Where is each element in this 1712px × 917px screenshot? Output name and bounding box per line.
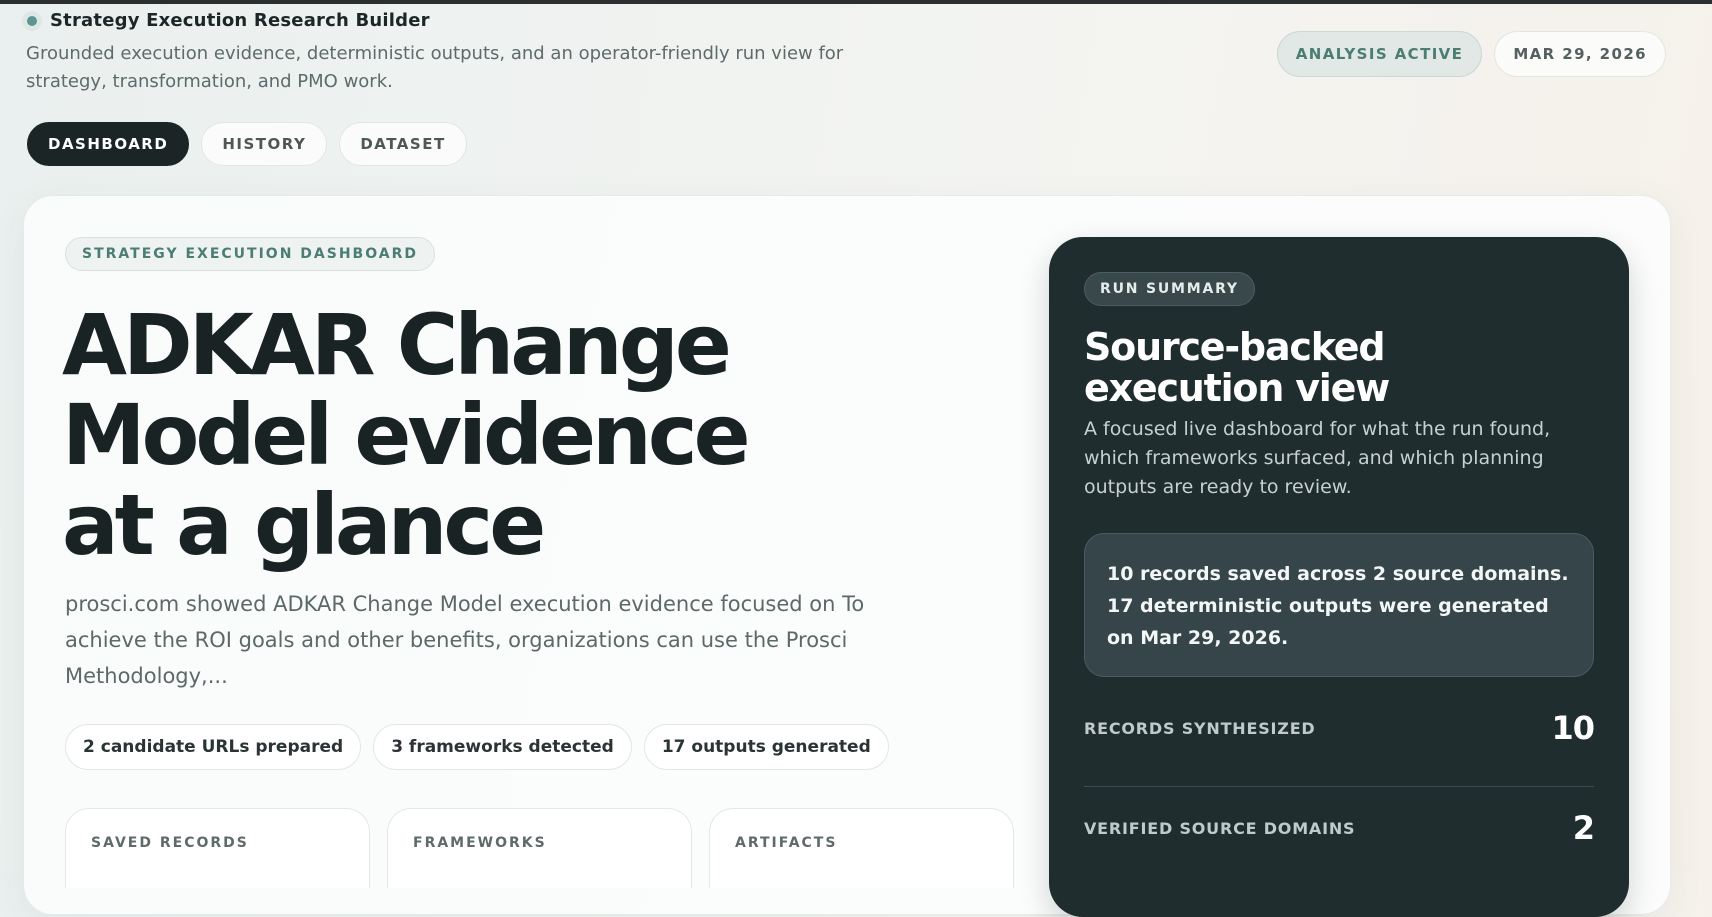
headline-line-1: ADKAR Change — [62, 296, 732, 394]
stat-card-label: SAVED RECORDS — [91, 835, 249, 851]
app-brand: Strategy Execution Research Builder — [22, 10, 430, 31]
dashboard-kicker-badge: STRATEGY EXECUTION DASHBOARD — [65, 237, 435, 271]
metric-value: 2 — [1572, 809, 1595, 847]
run-summary-description: A focused live dashboard for what the ru… — [1084, 418, 1551, 498]
app-subtitle: Grounded execution evidence, determinist… — [26, 43, 844, 92]
stat-card-label: FRAMEWORKS — [413, 835, 547, 851]
chip-candidate-urls: 2 candidate URLs prepared — [65, 724, 362, 770]
chip-outputs-generated: 17 outputs generated — [643, 724, 889, 770]
stat-card-saved-records: SAVED RECORDS — [65, 808, 370, 888]
page-headline: ADKAR Change Model evidence at a glance — [62, 300, 882, 570]
window-top-border — [0, 0, 1712, 4]
run-summary-box: 10 records saved across 2 source domains… — [1084, 533, 1594, 677]
analysis-status-badge: ANALYSIS ACTIVE — [1276, 31, 1483, 77]
metric-label: RECORDS SYNTHESIZED — [1084, 718, 1316, 738]
run-summary-title: Source-backed execution view — [1084, 325, 1390, 410]
metric-divider — [1084, 786, 1594, 787]
metric-verified-source-domains: VERIFIED SOURCE DOMAINS 2 — [1084, 798, 1595, 858]
run-date-badge: MAR 29, 2026 — [1494, 31, 1666, 77]
brand-logo-icon — [22, 10, 42, 31]
metric-value: 10 — [1551, 709, 1595, 747]
run-stats-chips: 2 candidate URLs prepared 3 frameworks d… — [65, 724, 889, 770]
stat-card-artifacts: ARTIFACTS — [709, 808, 1014, 888]
app-title: Strategy Execution Research Builder — [50, 10, 430, 31]
metric-label: VERIFIED SOURCE DOMAINS — [1084, 818, 1356, 838]
stat-card-label: ARTIFACTS — [735, 835, 838, 851]
tab-dataset[interactable]: DATASET — [339, 122, 467, 166]
status-row: ANALYSIS ACTIVE MAR 29, 2026 — [1276, 31, 1666, 77]
stat-cards-row: SAVED RECORDS FRAMEWORKS ARTIFACTS — [65, 808, 1014, 888]
tab-history[interactable]: HISTORY — [201, 122, 328, 166]
headline-line-3: at a glance — [62, 476, 546, 574]
metric-records-synthesized: RECORDS SYNTHESIZED 10 — [1084, 698, 1595, 758]
run-summary-badge: RUN SUMMARY — [1084, 272, 1255, 306]
chip-frameworks-detected: 3 frameworks detected — [373, 724, 632, 770]
evidence-lead-text: prosci.com showed ADKAR Change Model exe… — [65, 592, 865, 688]
headline-line-2: Model evidence — [62, 386, 751, 484]
stat-card-frameworks: FRAMEWORKS — [387, 808, 692, 888]
tab-dashboard[interactable]: DASHBOARD — [27, 122, 190, 166]
main-nav: DASHBOARD HISTORY DATASET — [27, 122, 467, 166]
